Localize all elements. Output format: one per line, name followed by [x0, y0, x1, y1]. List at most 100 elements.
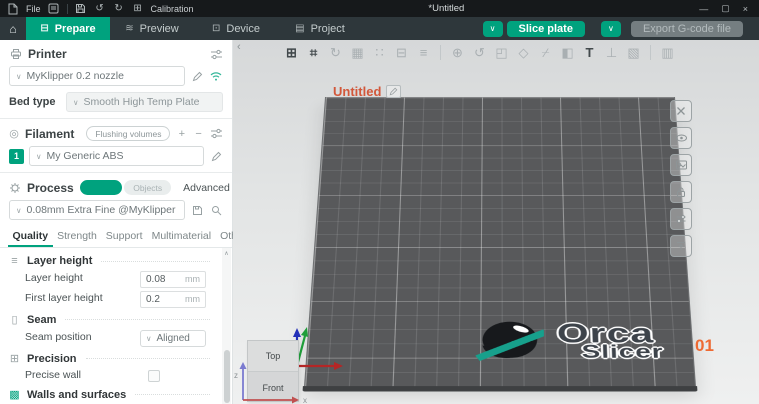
plate-snapshot-button[interactable]: [670, 154, 692, 176]
variable-layer-height-icon[interactable]: ≡: [413, 42, 434, 63]
tab-support[interactable]: Support: [101, 226, 147, 247]
precision-group-title: Precision: [27, 353, 77, 365]
save-preset-icon[interactable]: [190, 204, 204, 216]
first-layer-height-input[interactable]: 0.2 mm: [140, 291, 206, 308]
slice-plate-button[interactable]: Slice plate: [507, 21, 585, 37]
titlebar-divider: [67, 4, 68, 14]
printer-preset-select[interactable]: ∨ MyKlipper 0.2 nozzle: [9, 66, 185, 86]
tab-preview[interactable]: ≋ Preview: [110, 17, 194, 40]
plate-number: 01: [695, 336, 714, 356]
export-gcode-button[interactable]: Export G-code file: [631, 21, 743, 37]
viewport-3d[interactable]: ‹ ⊞ ⌗ ↻ ▦ ∷ ⊟ ≡ ⊕ ↺ ◰ ◇ ⌿ ◧ T ⊥ ▧ ▥: [233, 40, 759, 404]
process-icon: [9, 182, 21, 194]
layer-height-input[interactable]: 0.08 mm: [140, 271, 206, 288]
calibration-menu[interactable]: Calibration: [151, 4, 194, 14]
export-options-dropdown[interactable]: ∨: [601, 21, 621, 37]
scope-objects-button[interactable]: Objects: [124, 180, 171, 195]
tab-preview-label: Preview: [140, 23, 179, 35]
filament-settings-icon[interactable]: [210, 128, 223, 140]
plate-lock-button[interactable]: [670, 181, 692, 203]
process-preset-select[interactable]: ∨ 0.08mm Extra Fine @MyKlipper: [9, 200, 185, 220]
tab-quality[interactable]: Quality: [8, 226, 53, 247]
arrange-icon[interactable]: ▦: [347, 42, 368, 63]
scale-icon[interactable]: ◰: [491, 42, 512, 63]
cut-icon[interactable]: ⌿: [535, 42, 556, 63]
rotate-icon[interactable]: ↺: [469, 42, 490, 63]
bed-type-select[interactable]: ∨ Smooth High Temp Plate: [66, 92, 223, 112]
unit-label: mm: [185, 294, 200, 304]
plate-move-up-button[interactable]: [670, 235, 692, 257]
edit-filament-icon[interactable]: [209, 150, 223, 162]
add-filament-icon[interactable]: +: [176, 128, 187, 140]
add-plate-icon[interactable]: ⌗: [303, 42, 324, 63]
chevron-down-icon: ∨: [36, 152, 42, 161]
split-to-objects-icon[interactable]: ∷: [369, 42, 390, 63]
tab-device[interactable]: ⊡ Device: [194, 17, 278, 40]
move-icon[interactable]: ⊕: [447, 42, 468, 63]
chevron-down-icon: ∨: [16, 206, 22, 215]
layer-height-group-title: Layer height: [27, 255, 92, 267]
setting-row: First layer height 0.2 mm: [0, 289, 232, 309]
sidebar: Printer ∨ MyKlipper 0.2 nozzle Bed type …: [0, 40, 233, 404]
flushing-volumes-button[interactable]: Flushing volumes: [86, 126, 170, 141]
plate-visibility-button[interactable]: [670, 127, 692, 149]
tab-multimaterial[interactable]: Multimaterial: [147, 226, 216, 247]
layer-height-label: Layer height: [25, 272, 140, 285]
edit-printer-icon[interactable]: [190, 70, 204, 82]
scroll-up-icon[interactable]: ∧: [224, 248, 228, 258]
maximize-button[interactable]: ▢: [721, 3, 730, 14]
close-button[interactable]: ×: [743, 4, 748, 14]
settings-scrollbar[interactable]: ∧ ∨: [222, 248, 231, 404]
save-icon[interactable]: [75, 3, 87, 15]
filament-preset-value: My Generic ABS: [47, 150, 124, 162]
setting-row: Seam position ∨ Aligned: [0, 328, 232, 348]
walls-group-title: Walls and surfaces: [27, 389, 126, 401]
remove-filament-icon[interactable]: −: [193, 128, 204, 140]
viewport-toolbar: ⊞ ⌗ ↻ ▦ ∷ ⊟ ≡ ⊕ ↺ ◰ ◇ ⌿ ◧ T ⊥ ▧ ▥: [281, 42, 678, 63]
tab-strength[interactable]: Strength: [53, 226, 102, 247]
settings-panel: ≡ Layer height Layer height 0.08 mm Firs…: [0, 248, 232, 404]
scope-global-button[interactable]: Global: [80, 180, 123, 195]
seam-position-label: Seam position: [25, 331, 140, 344]
slice-options-dropdown[interactable]: ∨: [483, 21, 503, 37]
plate-delete-button[interactable]: [670, 100, 692, 122]
printer-settings-icon[interactable]: [209, 48, 223, 60]
add-object-icon[interactable]: ⊞: [281, 42, 302, 63]
search-settings-icon[interactable]: [209, 204, 223, 216]
support-painting-icon[interactable]: ⊥: [601, 42, 622, 63]
plate-name: Untitled: [333, 84, 401, 99]
assembly-view-icon[interactable]: ▥: [657, 42, 678, 63]
collapse-sidebar-icon[interactable]: ‹: [237, 41, 241, 53]
seam-position-select[interactable]: ∨ Aligned: [140, 330, 206, 347]
tab-device-label: Device: [226, 23, 260, 35]
titlebar: File ↺ ↻ ⊞ Calibration *Untitled — ▢ ×: [0, 0, 759, 17]
tab-project[interactable]: ▤ Project: [278, 17, 362, 40]
mesh-boolean-icon[interactable]: ◧: [557, 42, 578, 63]
tab-prepare[interactable]: ⊟ Prepare: [26, 17, 110, 40]
axis-z-label: z: [234, 371, 238, 380]
undo-icon[interactable]: ↺: [94, 3, 106, 15]
main-menu-icon[interactable]: [48, 3, 60, 15]
redo-icon[interactable]: ↻: [113, 3, 125, 15]
tab-prepare-label: Prepare: [55, 23, 96, 35]
filament-preset-select[interactable]: ∨ My Generic ABS: [29, 146, 204, 166]
split-to-parts-icon[interactable]: ⊟: [391, 42, 412, 63]
chevron-down-icon: ∨: [608, 24, 614, 33]
rename-plate-icon[interactable]: [386, 85, 401, 98]
advanced-label: Advanced: [183, 182, 230, 194]
text-shape-icon[interactable]: T: [579, 42, 600, 63]
precise-wall-checkbox[interactable]: [148, 370, 160, 382]
scrollbar-thumb[interactable]: [224, 350, 230, 404]
walls-surfaces-icon: ▩: [8, 388, 21, 401]
wifi-connection-icon[interactable]: [209, 70, 223, 82]
plate-name-label: Untitled: [333, 84, 381, 99]
home-tab[interactable]: ⌂: [0, 17, 26, 40]
setting-row: Precise wall: [0, 367, 232, 384]
seam-painting-icon[interactable]: ▧: [623, 42, 644, 63]
plate-settings-button[interactable]: [670, 208, 692, 230]
layer-height-icon: ≡: [8, 255, 21, 267]
auto-orient-icon[interactable]: ↻: [325, 42, 346, 63]
minimize-button[interactable]: —: [699, 4, 708, 14]
flatten-icon[interactable]: ◇: [513, 42, 534, 63]
file-menu[interactable]: File: [26, 4, 41, 14]
